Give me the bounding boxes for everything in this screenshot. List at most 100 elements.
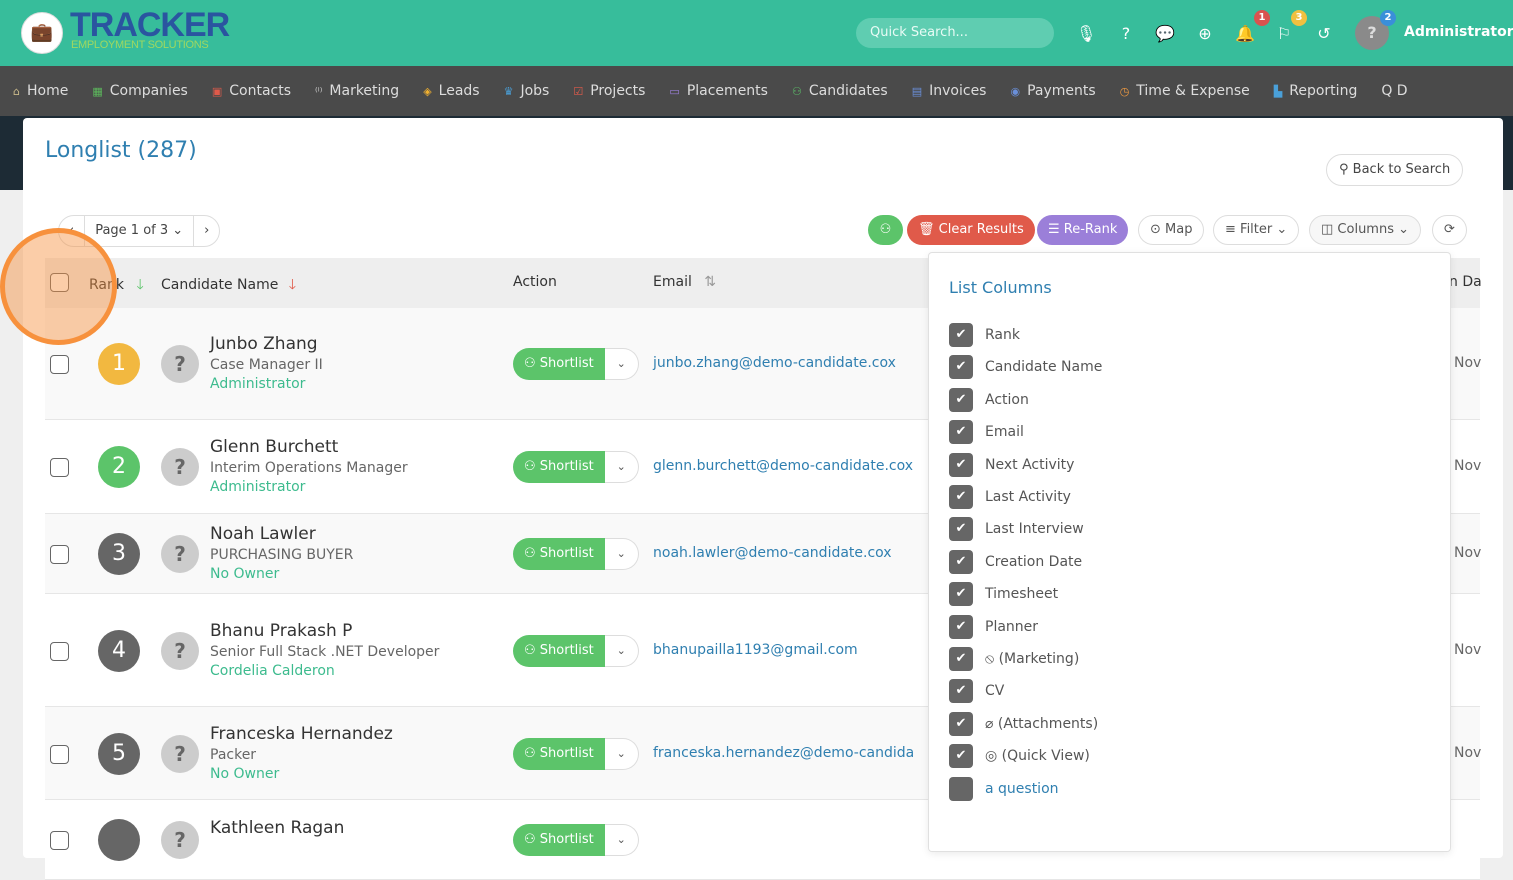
column-option[interactable]: ✔ Next Activity xyxy=(949,452,1074,477)
candidate-owner[interactable]: No Owner xyxy=(210,766,279,782)
shortlist-button[interactable]: ⚇ Shortlist xyxy=(513,451,605,483)
column-checkbox[interactable]: ✔ xyxy=(949,744,973,769)
candidate-email[interactable]: junbo.zhang@demo-candidate.cox xyxy=(653,355,896,371)
candidate-name[interactable]: Franceska Hernandez xyxy=(210,724,393,744)
nav-projects[interactable]: ☑ Projects xyxy=(573,83,645,99)
candidate-owner[interactable]: Administrator xyxy=(210,376,305,392)
column-checkbox[interactable]: ✔ xyxy=(949,647,973,671)
filter-button[interactable]: ≡ Filter ⌄ xyxy=(1213,215,1300,245)
column-checkbox[interactable]: ✔ xyxy=(949,614,973,639)
shortlist-dropdown[interactable]: ⌄ xyxy=(604,451,639,483)
candidate-owner[interactable]: Administrator xyxy=(210,479,305,495)
shortlist-button[interactable]: ⚇ Shortlist xyxy=(513,824,605,856)
row-checkbox[interactable] xyxy=(50,831,69,850)
candidate-name[interactable]: Noah Lawler xyxy=(210,524,316,544)
column-checkbox[interactable]: ✔ xyxy=(949,517,973,542)
logo-icon[interactable]: 💼 xyxy=(21,12,63,54)
column-option[interactable]: ✔ ⌀ (Attachments) xyxy=(949,711,1098,736)
shortlist-button[interactable]: ⚇ Shortlist xyxy=(513,348,605,380)
nav-contacts[interactable]: ▣ Contacts xyxy=(212,83,291,99)
row-checkbox[interactable] xyxy=(50,545,69,564)
columns-button[interactable]: ◫ Columns ⌄ xyxy=(1309,215,1422,245)
nav-home[interactable]: ⌂ Home xyxy=(13,83,68,99)
candidate-email[interactable]: noah.lawler@demo-candidate.cox xyxy=(653,545,892,561)
nav-invoices[interactable]: ▤ Invoices xyxy=(912,83,987,99)
column-option[interactable]: ✔ Creation Date xyxy=(949,549,1082,574)
shortlist-button[interactable]: ⚇ Shortlist xyxy=(513,634,605,667)
shortlist-button[interactable]: ⚇ Shortlist xyxy=(513,538,605,570)
candidate-name[interactable]: Glenn Burchett xyxy=(210,437,338,457)
nav-candidates[interactable]: ⚇ Candidates xyxy=(792,83,888,99)
shortlist-dropdown[interactable]: ⌄ xyxy=(604,824,639,856)
history-icon[interactable]: ↺ xyxy=(1314,24,1334,44)
add-icon[interactable]: ⊕ xyxy=(1195,24,1215,44)
column-checkbox[interactable]: ✔ xyxy=(949,420,973,445)
column-option[interactable]: ✔ Candidate Name xyxy=(949,355,1102,380)
candidate-owner[interactable]: No Owner xyxy=(210,566,279,582)
shortlist-all-button[interactable]: ⚇ xyxy=(868,215,903,245)
column-option[interactable]: ✔ Last Interview xyxy=(949,517,1084,542)
column-option[interactable]: ✔ Action xyxy=(949,387,1029,412)
shortlist-dropdown[interactable]: ⌄ xyxy=(604,634,639,667)
candidate-email[interactable]: franceska.hernandez@demo-candida xyxy=(653,745,914,761)
column-checkbox[interactable]: ✔ xyxy=(949,485,973,509)
column-checkbox[interactable]: ✔ xyxy=(949,323,973,347)
email-header[interactable]: Email ⇅ xyxy=(653,274,716,290)
column-option[interactable]: a question xyxy=(949,776,1059,801)
nav-placements[interactable]: ▭ Placements xyxy=(669,83,768,99)
nav-marketing[interactable]: ⁽ⁱ⁾ Marketing xyxy=(315,83,399,99)
column-option[interactable]: ✔ CV xyxy=(949,679,1004,704)
nav-leads[interactable]: ◈ Leads xyxy=(423,83,479,99)
page-select[interactable]: Page 1 of 3 ⌄ xyxy=(85,216,195,246)
nav-time-expense[interactable]: ◷ Time & Expense xyxy=(1120,83,1250,99)
column-option[interactable]: ✔ Last Activity xyxy=(949,485,1071,509)
help-icon[interactable]: ? xyxy=(1116,24,1136,44)
microphone-icon[interactable]: 🎙 xyxy=(1076,24,1096,44)
candidate-owner[interactable]: Cordelia Calderon xyxy=(210,663,335,679)
column-checkbox[interactable]: ✔ xyxy=(949,711,973,736)
back-to-search-button[interactable]: ⚲ Back to Search xyxy=(1326,154,1464,186)
column-option[interactable]: ✔ Email xyxy=(949,420,1024,445)
flag-icon[interactable]: ⚐ xyxy=(1274,24,1294,44)
row-checkbox[interactable] xyxy=(50,355,69,374)
row-checkbox[interactable] xyxy=(50,458,69,477)
column-checkbox[interactable]: ✔ xyxy=(949,452,973,477)
column-option[interactable]: ✔ ⦸ (Marketing) xyxy=(949,647,1079,671)
bell-icon[interactable]: 🔔 xyxy=(1235,24,1255,44)
candidate-name[interactable]: Junbo Zhang xyxy=(210,334,318,354)
refresh-button[interactable]: ⟳ xyxy=(1432,215,1467,245)
map-button[interactable]: ⊙ Map xyxy=(1138,215,1205,245)
column-option[interactable]: ✔ ◎ (Quick View) xyxy=(949,744,1090,769)
row-checkbox[interactable] xyxy=(50,744,69,764)
candidate-name[interactable]: Bhanu Prakash P xyxy=(210,621,352,641)
clear-results-button[interactable]: 🗑 Clear Results xyxy=(907,215,1035,245)
column-checkbox[interactable]: ✔ xyxy=(949,355,973,380)
candidate-name[interactable]: Kathleen Ragan xyxy=(210,818,344,838)
user-menu[interactable]: Administrator xyxy=(1404,24,1513,40)
shortlist-dropdown[interactable]: ⌄ xyxy=(604,737,639,770)
re-rank-button[interactable]: ☰ Re-Rank xyxy=(1037,215,1129,245)
shortlist-dropdown[interactable]: ⌄ xyxy=(604,348,639,380)
nav-more[interactable]: Q D xyxy=(1381,83,1407,99)
column-checkbox[interactable]: ✔ xyxy=(949,387,973,412)
column-checkbox[interactable]: ✔ xyxy=(949,582,973,607)
nav-jobs[interactable]: ♛ Jobs xyxy=(504,83,550,99)
row-checkbox[interactable] xyxy=(50,641,69,661)
column-option[interactable]: ✔ Timesheet xyxy=(949,582,1058,607)
chat-icon[interactable]: 💬 xyxy=(1155,24,1175,44)
nav-companies[interactable]: ▦ Companies xyxy=(92,83,188,99)
shortlist-button[interactable]: ⚇ Shortlist xyxy=(513,737,605,770)
candidate-email[interactable]: bhanupailla1193@gmail.com xyxy=(653,642,858,658)
nav-reporting[interactable]: ▙ Reporting xyxy=(1274,83,1358,99)
shortlist-dropdown[interactable]: ⌄ xyxy=(604,538,639,570)
nav-payments[interactable]: ◉ Payments xyxy=(1010,83,1095,99)
column-checkbox[interactable]: ✔ xyxy=(949,679,973,704)
candidate-email[interactable]: glenn.burchett@demo-candidate.cox xyxy=(653,458,913,474)
next-page-button[interactable]: › xyxy=(194,216,219,246)
column-option[interactable]: ✔ Planner xyxy=(949,614,1038,639)
quick-search-input[interactable]: Quick Search... xyxy=(856,18,1054,48)
name-header[interactable]: Candidate Name 🡓 xyxy=(161,274,296,298)
column-option[interactable]: ✔ Rank xyxy=(949,323,1020,347)
column-checkbox[interactable] xyxy=(949,776,973,801)
column-checkbox[interactable]: ✔ xyxy=(949,549,973,574)
